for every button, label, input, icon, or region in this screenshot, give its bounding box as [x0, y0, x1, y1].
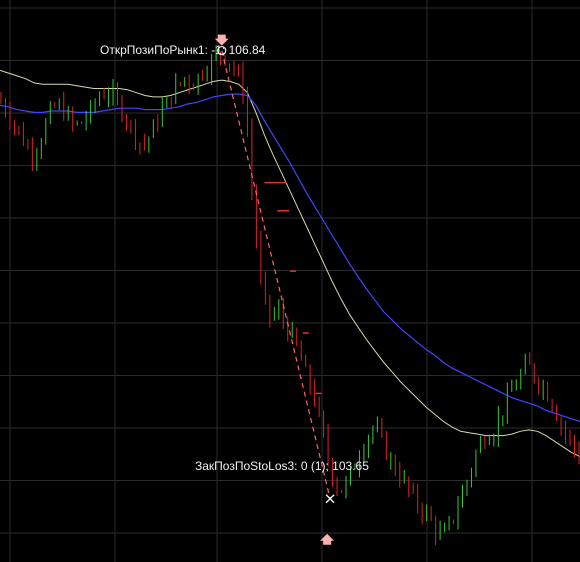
price-chart[interactable]: ОткрПозиПоРынк1: -1; 106.84 ЗакПозПоStoL…	[0, 0, 580, 562]
exit-trade-label: ЗакПозПоStoLos3: 0 (1); 103.65	[195, 459, 369, 473]
entry-trade-label: ОткрПозиПоРынк1: -1; 106.84	[100, 43, 266, 57]
chart-background	[0, 0, 580, 562]
